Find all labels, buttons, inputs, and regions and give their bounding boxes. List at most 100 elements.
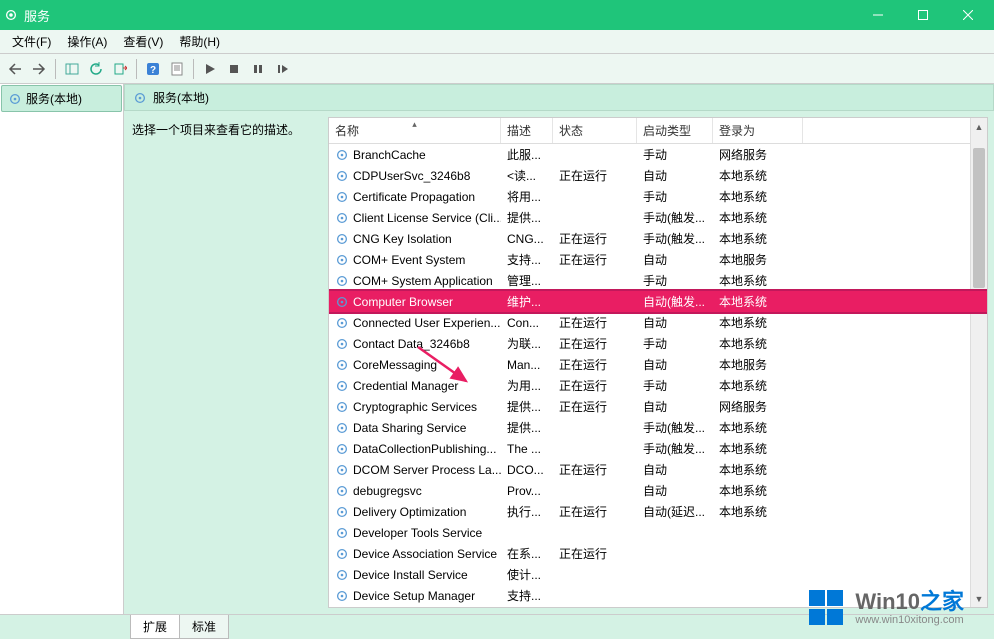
cell-logon: 本地系统 xyxy=(713,501,803,522)
maximize-button[interactable] xyxy=(900,0,945,30)
cell-name: DataCollectionPublishing... xyxy=(329,440,501,458)
service-row[interactable]: Developer Tools Service xyxy=(329,522,987,543)
service-row[interactable]: Cryptographic Services提供...正在运行自动网络服务 xyxy=(329,396,987,417)
cell-startup: 手动 xyxy=(637,375,713,396)
refresh-button[interactable] xyxy=(85,58,107,80)
tree-item-services-local[interactable]: 服务(本地) xyxy=(1,85,122,112)
menu-help[interactable]: 帮助(H) xyxy=(171,30,228,53)
service-row[interactable]: Computer Browser维护...自动(触发...本地系统 xyxy=(329,291,987,312)
cell-state xyxy=(553,279,637,283)
service-row[interactable]: COM+ Event System支持...正在运行自动本地服务 xyxy=(329,249,987,270)
cell-name: Contact Data_3246b8 xyxy=(329,335,501,353)
service-row[interactable]: Device Install Service使计... xyxy=(329,564,987,585)
cell-state: 正在运行 xyxy=(553,333,637,354)
service-row[interactable]: COM+ System Application管理...手动本地系统 xyxy=(329,270,987,291)
cell-desc: 执行... xyxy=(501,501,553,522)
tab-extended[interactable]: 扩展 xyxy=(130,615,180,639)
cell-state: 正在运行 xyxy=(553,543,637,564)
vertical-scrollbar[interactable]: ▲ ▼ xyxy=(970,118,987,607)
menu-action[interactable]: 操作(A) xyxy=(59,30,115,53)
column-logon[interactable]: 登录为 xyxy=(713,118,803,143)
cell-startup: 自动 xyxy=(637,459,713,480)
cell-state: 正在运行 xyxy=(553,396,637,417)
service-row[interactable]: Delivery Optimization执行...正在运行自动(延迟...本地… xyxy=(329,501,987,522)
cell-name: DCOM Server Process La... xyxy=(329,461,501,479)
cell-name: Connected User Experien... xyxy=(329,314,501,332)
close-button[interactable] xyxy=(945,0,990,30)
cell-name: debugregsvc xyxy=(329,482,501,500)
cell-desc: DCO... xyxy=(501,461,553,479)
cell-state xyxy=(553,489,637,493)
cell-logon xyxy=(713,594,803,598)
service-row[interactable]: Connected User Experien...Con...正在运行自动本地… xyxy=(329,312,987,333)
cell-logon: 本地系统 xyxy=(713,207,803,228)
column-description[interactable]: 描述 xyxy=(501,118,553,143)
description-column: 选择一个项目来查看它的描述。 xyxy=(130,117,328,608)
column-state[interactable]: 状态 xyxy=(553,118,637,143)
back-button[interactable] xyxy=(4,58,26,80)
start-service-button[interactable] xyxy=(199,58,221,80)
scroll-down-button[interactable]: ▼ xyxy=(971,590,987,607)
show-hide-button[interactable] xyxy=(61,58,83,80)
cell-startup: 自动 xyxy=(637,396,713,417)
service-row[interactable]: Certificate Propagation将用...手动本地系统 xyxy=(329,186,987,207)
pane-header: 服务(本地) xyxy=(124,84,994,111)
scroll-up-button[interactable]: ▲ xyxy=(971,118,987,135)
column-startup[interactable]: 启动类型 xyxy=(637,118,713,143)
cell-desc: Man... xyxy=(501,356,553,374)
service-row[interactable]: Device Association Service在系...正在运行 xyxy=(329,543,987,564)
pause-service-button[interactable] xyxy=(247,58,269,80)
scroll-thumb[interactable] xyxy=(973,148,985,288)
cell-logon: 本地服务 xyxy=(713,354,803,375)
cell-logon: 本地系统 xyxy=(713,270,803,291)
cell-name: COM+ Event System xyxy=(329,251,501,269)
menu-view[interactable]: 查看(V) xyxy=(115,30,171,53)
service-row[interactable]: Client License Service (Cli...提供...手动(触发… xyxy=(329,207,987,228)
cell-startup: 自动 xyxy=(637,480,713,501)
cell-startup xyxy=(637,594,713,598)
cell-startup: 手动 xyxy=(637,270,713,291)
help-button[interactable]: ? xyxy=(142,58,164,80)
gear-icon xyxy=(133,91,147,105)
tab-standard[interactable]: 标准 xyxy=(179,615,229,639)
properties-button[interactable] xyxy=(166,58,188,80)
service-row[interactable]: CNG Key IsolationCNG...正在运行手动(触发...本地系统 xyxy=(329,228,987,249)
cell-logon: 本地系统 xyxy=(713,186,803,207)
cell-logon: 本地服务 xyxy=(713,249,803,270)
service-row[interactable]: DCOM Server Process La...DCO...正在运行自动本地系… xyxy=(329,459,987,480)
cell-state xyxy=(553,447,637,451)
cell-state: 正在运行 xyxy=(553,459,637,480)
cell-logon xyxy=(713,573,803,577)
menu-file[interactable]: 文件(F) xyxy=(4,30,59,53)
cell-state: 正在运行 xyxy=(553,228,637,249)
service-row[interactable]: Data Sharing Service提供...手动(触发...本地系统 xyxy=(329,417,987,438)
minimize-button[interactable] xyxy=(855,0,900,30)
cell-name: Developer Tools Service xyxy=(329,524,501,542)
cell-state: 正在运行 xyxy=(553,501,637,522)
cell-name: Device Install Service xyxy=(329,566,501,584)
cell-startup: 手动(触发... xyxy=(637,438,713,459)
service-row[interactable]: CDPUserSvc_3246b8<读...正在运行自动本地系统 xyxy=(329,165,987,186)
restart-service-button[interactable] xyxy=(271,58,293,80)
forward-button[interactable] xyxy=(28,58,50,80)
cell-desc: 管理... xyxy=(501,270,553,291)
cell-desc: 维护... xyxy=(501,291,553,312)
cell-state: 正在运行 xyxy=(553,249,637,270)
service-row[interactable]: DataCollectionPublishing...The ... 手动(触发.… xyxy=(329,438,987,459)
export-button[interactable] xyxy=(109,58,131,80)
service-row[interactable]: Credential Manager为用...正在运行手动本地系统 xyxy=(329,375,987,396)
cell-logon: 本地系统 xyxy=(713,228,803,249)
service-row[interactable]: debugregsvcProv...自动本地系统 xyxy=(329,480,987,501)
cell-desc: 此服... xyxy=(501,144,553,165)
cell-state xyxy=(553,153,637,157)
cell-startup: 自动 xyxy=(637,165,713,186)
cell-desc: The ... xyxy=(501,440,553,458)
column-name[interactable]: 名称 xyxy=(329,118,501,143)
service-row[interactable]: CoreMessagingMan...正在运行自动本地服务 xyxy=(329,354,987,375)
service-row[interactable]: BranchCache此服...手动网络服务 xyxy=(329,144,987,165)
service-row[interactable]: Contact Data_3246b8为联...正在运行手动本地系统 xyxy=(329,333,987,354)
cell-name: Data Sharing Service xyxy=(329,419,501,437)
cell-startup xyxy=(637,573,713,577)
stop-service-button[interactable] xyxy=(223,58,245,80)
toolbar: ? xyxy=(0,54,994,84)
